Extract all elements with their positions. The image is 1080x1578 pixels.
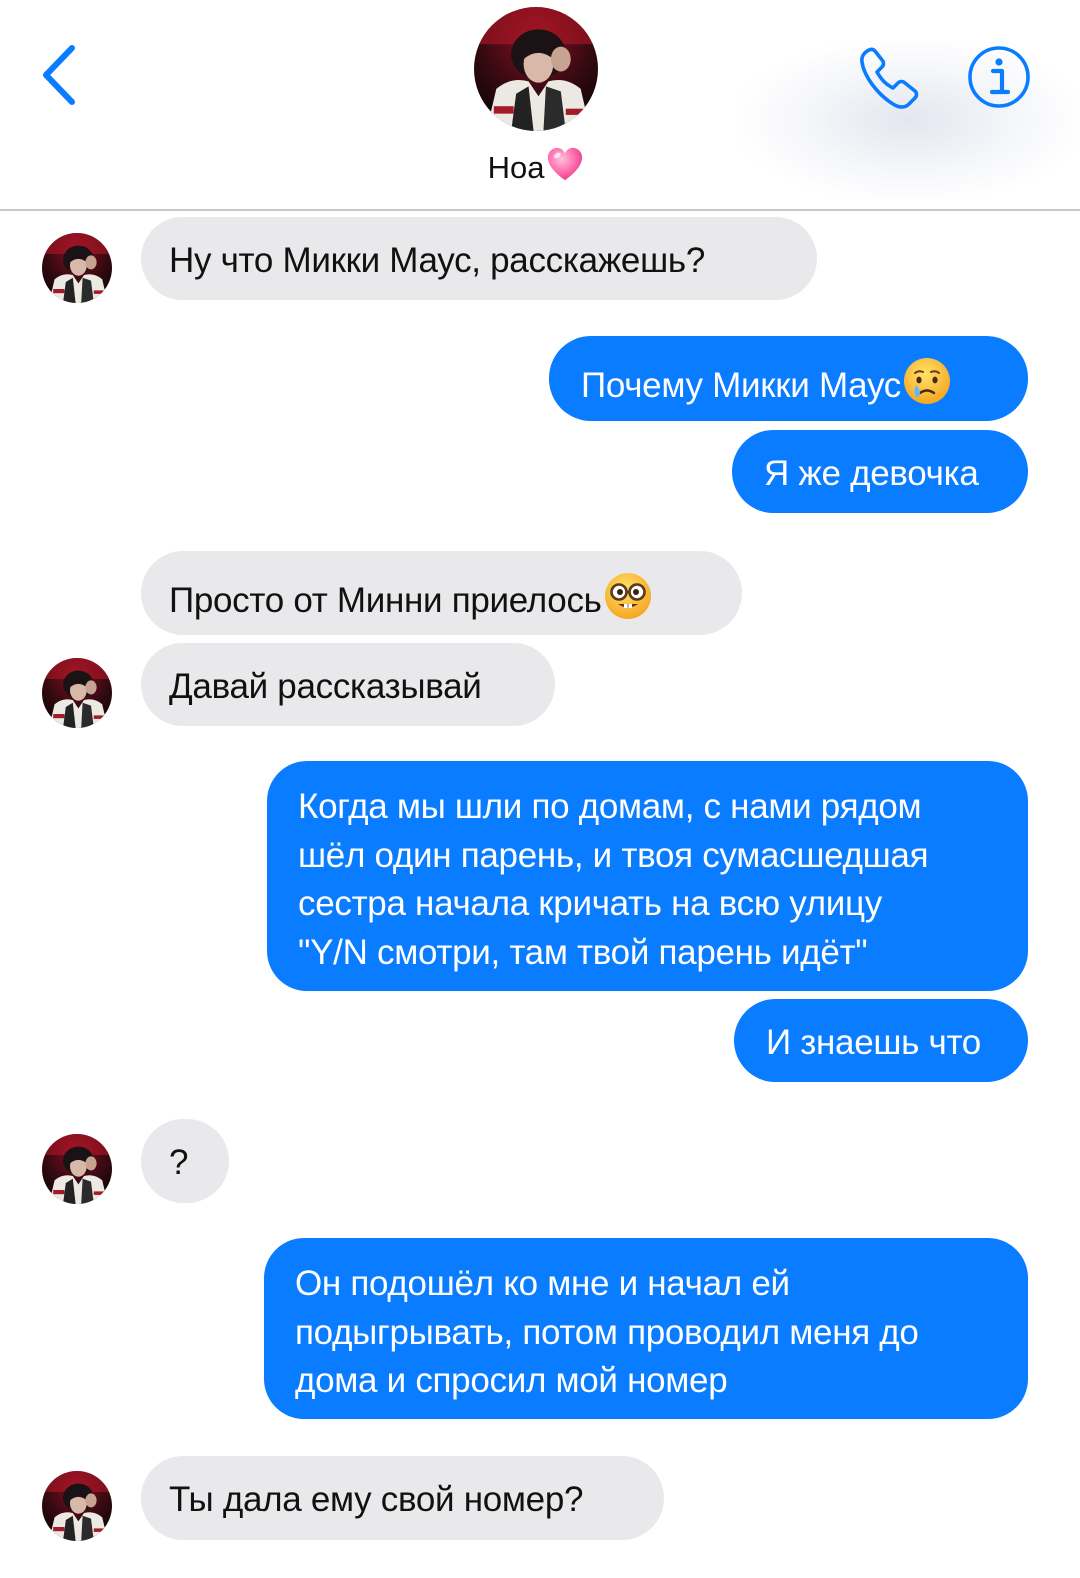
- sender-photo: [42, 658, 112, 728]
- message-outgoing[interactable]: Когда мы шли по домам, с нами рядом шёл …: [267, 761, 1028, 991]
- conversation-header: Ноа: [0, 0, 1080, 211]
- message-line: Он подошёл ко мне и начал ей: [295, 1264, 790, 1303]
- sender-avatar[interactable]: [42, 1134, 112, 1204]
- contact-photo: [474, 7, 598, 131]
- info-icon[interactable]: [966, 44, 1032, 110]
- message-text: Ты дала ему свой номер?: [169, 1480, 584, 1519]
- message-outgoing[interactable]: Он подошёл ко мне и начал ей подыгрывать…: [264, 1238, 1028, 1419]
- message-incoming[interactable]: Давай рассказывай: [141, 643, 555, 726]
- message-outgoing[interactable]: И знаешь что: [734, 999, 1028, 1082]
- message-outgoing[interactable]: Почему Микки Маус: [549, 336, 1028, 421]
- message-text: Просто от Минни приелось: [169, 581, 602, 620]
- message-line: подыгрывать, потом проводил меня до: [295, 1312, 919, 1352]
- message-text: ?: [169, 1143, 189, 1182]
- message-incoming[interactable]: Просто от Минни приелось: [141, 551, 742, 635]
- sender-photo: [42, 1471, 112, 1541]
- message-text: Почему Микки Маус: [581, 366, 901, 405]
- sender-photo: [42, 233, 112, 303]
- message-text: Ну что Микки Маус, расскажешь?: [169, 241, 705, 280]
- message-incoming[interactable]: Ты дала ему свой номер?: [141, 1456, 664, 1540]
- message-text: И знаешь что: [766, 1023, 981, 1062]
- contact-name-text: Ноа: [487, 150, 545, 185]
- message-line: Когда мы шли по домам, с нами рядом: [298, 787, 922, 826]
- contact-avatar[interactable]: [474, 7, 598, 131]
- sender-avatar[interactable]: [42, 1471, 112, 1541]
- sender-avatar[interactable]: [42, 233, 112, 303]
- message-line: сестра начала кричать на всю улицу: [298, 884, 882, 923]
- pink-heart-emoji: [546, 146, 584, 184]
- message-outgoing[interactable]: Я же девочка: [732, 430, 1028, 513]
- message-line: шёл один парень, и твоя сумасшедшая: [298, 835, 929, 875]
- message-incoming[interactable]: Ну что Микки Маус, расскажешь?: [141, 217, 817, 300]
- message-line: "Y/N смотри, там твой парень идёт": [298, 932, 868, 972]
- message-line: дома и спросил мой номер: [295, 1361, 728, 1400]
- contact-name[interactable]: Ноа: [0, 146, 1072, 188]
- nerd-face-emoji: [603, 571, 653, 621]
- crying-face-emoji: [902, 356, 952, 406]
- header-divider: [0, 209, 1080, 211]
- chevron-left-icon[interactable]: [34, 40, 90, 110]
- message-incoming[interactable]: ?: [141, 1119, 229, 1203]
- sender-photo: [42, 1134, 112, 1204]
- message-text: Давай рассказывай: [169, 667, 482, 706]
- message-text: Я же девочка: [764, 454, 979, 493]
- phone-icon[interactable]: [855, 42, 927, 114]
- sender-avatar[interactable]: [42, 658, 112, 728]
